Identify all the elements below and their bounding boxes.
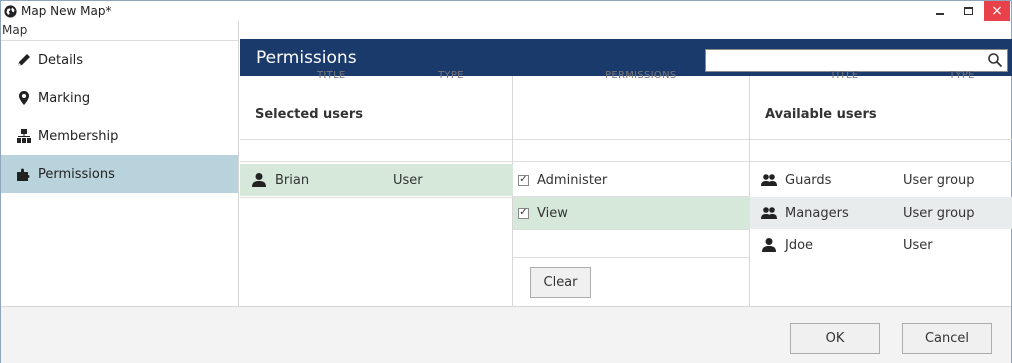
available-users-heading: Available users	[765, 107, 877, 122]
permission-item-administer[interactable]: ✓ Administer	[513, 164, 750, 196]
cancel-button[interactable]: Cancel	[902, 323, 992, 354]
permission-label: View	[537, 205, 568, 221]
row-type: User	[393, 172, 423, 188]
sidebar: Map Details Marking Membership Permissio…	[1, 21, 239, 306]
search-icon[interactable]	[987, 52, 1003, 68]
sidebar-item-label: Permissions	[38, 166, 115, 182]
sidebar-item-permissions[interactable]: Permissions	[1, 155, 238, 193]
users-icon	[761, 207, 777, 219]
puzzle-icon	[16, 166, 32, 182]
sidebar-item-details[interactable]: Details	[1, 41, 238, 79]
page-title: Permissions	[256, 48, 357, 68]
row-type: User group	[903, 172, 975, 188]
selected-users-heading: Selected users	[255, 107, 363, 122]
title-bar: Map New Map* ×	[1, 1, 1011, 21]
column-header-title[interactable]: TITLE	[830, 70, 859, 89]
permission-item-view[interactable]: ✓ View	[513, 197, 750, 229]
row-type: User	[903, 237, 933, 253]
column-header-title[interactable]: TITLE	[317, 70, 346, 89]
row-title: Jdoe	[785, 237, 814, 253]
selected-users-header: Selected users	[240, 76, 512, 140]
row-title: Brian	[275, 172, 310, 188]
search-box[interactable]	[705, 49, 1008, 72]
divider	[513, 229, 750, 230]
maximize-icon	[963, 7, 973, 15]
list-item[interactable]: Managers User group	[750, 197, 1012, 229]
row-title: Guards	[785, 172, 832, 188]
map-marker-icon	[16, 90, 32, 106]
divider	[240, 197, 513, 198]
dialog-footer: OK Cancel	[1, 306, 1011, 363]
column-header-permissions[interactable]: PERMISSIONS	[605, 70, 677, 89]
divider	[240, 161, 513, 162]
divider	[750, 161, 1012, 162]
sidebar-item-marking[interactable]: Marking	[1, 79, 238, 117]
sidebar-item-label: Details	[38, 52, 84, 68]
table-row[interactable]: Brian User	[240, 164, 513, 196]
hierarchy-icon	[16, 128, 32, 144]
clear-button[interactable]: Clear	[530, 267, 591, 298]
sidebar-item-label: Marking	[38, 90, 91, 106]
user-icon	[252, 173, 266, 187]
row-type: User group	[903, 205, 975, 221]
pencil-icon	[16, 52, 32, 68]
search-input[interactable]	[706, 50, 976, 71]
minimize-icon	[936, 13, 944, 15]
sidebar-item-membership[interactable]: Membership	[1, 117, 238, 155]
divider	[513, 257, 750, 258]
user-icon	[762, 238, 776, 252]
close-button[interactable]: ×	[984, 1, 1010, 21]
sidebar-header: Map	[1, 21, 238, 41]
sidebar-item-label: Membership	[38, 128, 119, 144]
globe-icon	[4, 4, 17, 18]
checkbox-view[interactable]: ✓	[518, 207, 529, 219]
list-item[interactable]: Guards User group	[750, 164, 1012, 196]
minimize-button[interactable]	[926, 1, 954, 21]
users-icon	[761, 174, 777, 186]
divider	[513, 161, 750, 162]
list-item[interactable]: Jdoe User	[750, 229, 1012, 261]
checkbox-administer[interactable]: ✓	[518, 174, 529, 186]
row-title: Managers	[785, 205, 849, 221]
column-header-type[interactable]: TYPE	[438, 70, 464, 89]
maximize-button[interactable]	[954, 1, 982, 21]
permission-label: Administer	[537, 172, 608, 188]
window-title: Map New Map*	[21, 4, 112, 18]
map-window: Map New Map* × Map Details Marking Membe…	[0, 0, 1012, 363]
ok-button[interactable]: OK	[790, 323, 880, 354]
close-icon: ×	[991, 3, 1003, 19]
column-header-type[interactable]: TYPE	[949, 70, 975, 89]
